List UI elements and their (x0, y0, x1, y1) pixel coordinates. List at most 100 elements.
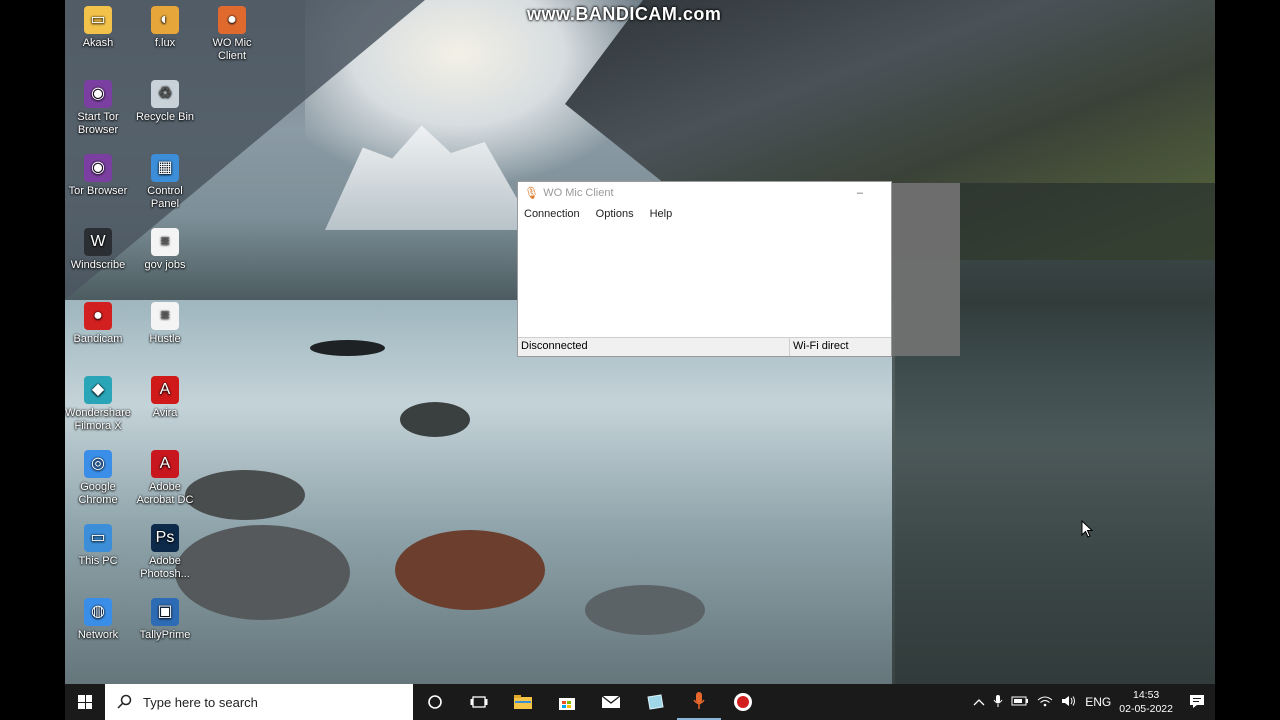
desktop-icon-network[interactable]: ◍ Network (65, 596, 131, 642)
notifications-icon[interactable] (1189, 693, 1205, 712)
desktop-icon-label: Windscribe (70, 259, 126, 271)
desktop-icon-tallyprime[interactable]: ▣ TallyPrime (132, 596, 198, 642)
taskbar-clock[interactable]: 14:53 02-05-2022 (1119, 688, 1173, 716)
menu-bar: Connection Options Help (518, 204, 891, 224)
wallpaper-rock (400, 402, 470, 437)
desktop-icon-windscribe[interactable]: W Windscribe (65, 226, 131, 272)
desktop-icon-tor-browser[interactable]: ◉ Tor Browser (65, 152, 131, 198)
network-icon: ◍ (84, 598, 112, 626)
taskbar-search-box[interactable]: Type here to search (105, 684, 413, 720)
language-indicator[interactable]: ENG (1085, 695, 1111, 709)
desktop-icon-label: Avira (152, 407, 178, 419)
cortana-icon[interactable] (413, 684, 457, 720)
desktop-icon-label: WO Mic Client (212, 37, 252, 62)
bandicam-watermark: www.BANDICAM.com (527, 4, 722, 24)
avira-icon: A (151, 376, 179, 404)
menu-connection[interactable]: Connection (524, 208, 580, 220)
desktop-icon-label: This PC (78, 555, 118, 567)
wallpaper-river (65, 300, 895, 720)
app-icon[interactable] (633, 684, 677, 720)
text-document-icon: ≡ (151, 228, 179, 256)
bandicam-taskbar-icon[interactable] (721, 684, 765, 720)
desktop-icon-control-panel[interactable]: ▦ Control Panel (132, 152, 198, 211)
minimize-icon[interactable]: – (857, 187, 863, 199)
photoshop-icon: Ps (151, 524, 179, 552)
window-shadow (892, 183, 960, 356)
desktop-icon-label: f.lux (154, 37, 176, 49)
desktop-icon-wondershare-filmora-x[interactable]: ◆ Wondershare Filmora X (65, 374, 131, 433)
window-client-area (518, 224, 891, 338)
desktop-icon-wo-mic-client[interactable]: ● WO Mic Client (199, 4, 265, 63)
microphone-icon: 🎙 (524, 186, 540, 200)
wo-mic-client-window[interactable]: 🎙 WO Mic Client – Connection Options Hel… (517, 181, 892, 357)
desktop-icon-google-chrome[interactable]: ◎ Google Chrome (65, 448, 131, 507)
tor-start-icon: ◉ (84, 80, 112, 108)
status-bar: Disconnected Wi-Fi direct (518, 337, 891, 356)
desktop-icon-label: Wondershare Filmora X (65, 407, 131, 432)
volume-icon[interactable] (1061, 695, 1077, 710)
this-pc-icon: ▭ (84, 524, 112, 552)
transport-status: Wi-Fi direct (793, 340, 849, 352)
menu-help[interactable]: Help (650, 208, 673, 220)
clock-time: 14:53 (1133, 689, 1160, 701)
desktop-icon-bandicam[interactable]: ● Bandicam (65, 300, 131, 346)
wo-mic-icon: ● (218, 6, 246, 34)
wallpaper-rock (175, 525, 350, 620)
desktop-icon-akash[interactable]: ▭ Akash (65, 4, 131, 50)
desktop-icon-adobe-acrobat-dc[interactable]: A Adobe Acrobat DC (132, 448, 198, 507)
wallpaper-rock (185, 470, 305, 520)
desktop-icon-start-tor-browser[interactable]: ◉ Start Tor Browser (65, 78, 131, 137)
windscribe-icon: W (84, 228, 112, 256)
tallyprime-icon: ▣ (151, 598, 179, 626)
folder-user-icon: ▭ (84, 6, 112, 34)
mouse-cursor-icon (1081, 520, 1093, 538)
desktop-icon-avira[interactable]: A Avira (132, 374, 198, 420)
connection-status: Disconnected (518, 338, 790, 356)
file-explorer-icon[interactable] (501, 684, 545, 720)
wo-mic-taskbar-icon[interactable] (677, 684, 721, 720)
mail-icon[interactable] (589, 684, 633, 720)
chevron-up-icon[interactable] (973, 695, 985, 709)
desktop-icon-label: gov jobs (144, 259, 186, 271)
filmora-icon: ◆ (84, 376, 112, 404)
desktop-icon-label: Bandicam (73, 333, 123, 345)
task-view-icon[interactable] (457, 684, 501, 720)
microphone-tray-icon[interactable] (993, 694, 1003, 711)
battery-icon[interactable] (1011, 695, 1029, 709)
desktop-icon-label: Hustle (149, 333, 181, 345)
wifi-icon[interactable] (1037, 695, 1053, 710)
desktop-icon-hustle[interactable]: ≡ Hustle (132, 300, 198, 346)
desktop: www.BANDICAM.com ▭ Akash ◐ f.lux ● WO Mic Cli… (65, 0, 1215, 720)
desktop-icon-this-pc[interactable]: ▭ This PC (65, 522, 131, 568)
microsoft-store-icon[interactable] (545, 684, 589, 720)
desktop-icon-label: Network (77, 629, 119, 641)
search-placeholder: Type here to search (143, 694, 258, 710)
windows-logo-icon (78, 695, 92, 709)
search-icon (117, 694, 132, 709)
bandicam-icon: ● (84, 302, 112, 330)
desktop-icon-recycle-bin[interactable]: ♻ Recycle Bin (132, 78, 198, 124)
chrome-icon: ◎ (84, 450, 112, 478)
clock-date: 02-05-2022 (1119, 703, 1173, 715)
desktop-icon-label: Tor Browser (68, 185, 128, 197)
text-document-icon: ≡ (151, 302, 179, 330)
wallpaper-rock (310, 340, 385, 356)
desktop-icon-gov-jobs[interactable]: ≡ gov jobs (132, 226, 198, 272)
desktop-icon-label: Adobe Photosh... (140, 555, 190, 580)
desktop-icon-label: Control Panel (147, 185, 183, 210)
recycle-bin-icon: ♻ (151, 80, 179, 108)
desktop-icon-label: Adobe Acrobat DC (136, 481, 194, 506)
system-tray: ENG 14:53 02-05-2022 (973, 688, 1215, 716)
desktop-icon-adobe-photosh[interactable]: Ps Adobe Photosh... (132, 522, 198, 581)
start-button[interactable] (65, 684, 105, 720)
desktop-icon-label: Recycle Bin (135, 111, 195, 123)
wallpaper-rock (585, 585, 705, 635)
tor-browser-icon: ◉ (84, 154, 112, 182)
wallpaper-rock (395, 530, 545, 610)
desktop-icon-f-lux[interactable]: ◐ f.lux (132, 4, 198, 50)
desktop-icon-label: Start Tor Browser (77, 111, 119, 136)
flux-icon: ◐ (151, 6, 179, 34)
menu-options[interactable]: Options (596, 208, 634, 220)
desktop-icon-label: Google Chrome (78, 481, 118, 506)
window-titlebar[interactable]: 🎙 WO Mic Client – (518, 182, 891, 204)
